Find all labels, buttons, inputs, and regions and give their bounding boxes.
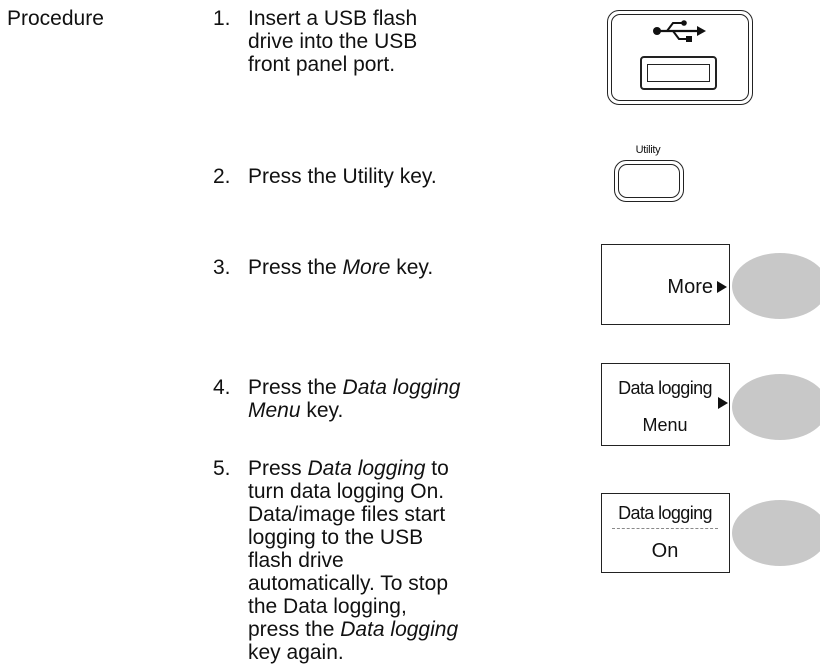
dashed-divider: [612, 528, 718, 529]
step-text: Press the Data logging Menu key.: [248, 376, 461, 422]
step-text: Press the More key.: [248, 256, 434, 279]
key-name: Data logging: [340, 618, 459, 641]
data-logging-menu-label: Data logging: [618, 378, 712, 398]
step-number: 4.: [213, 376, 231, 399]
data-logging-menu-sublabel: Menu: [642, 415, 688, 435]
data-logging-menu-soft-button[interactable]: [732, 374, 820, 440]
usb-trident-icon: [653, 20, 706, 42]
utility-key-inner: [618, 164, 680, 198]
step-number: 3.: [213, 256, 231, 279]
key-name: More: [342, 256, 391, 279]
step-text: Insert a USB flash drive into the USB fr…: [248, 7, 418, 76]
utility-key-label: Utility: [635, 144, 661, 156]
step-number: 2.: [213, 165, 231, 188]
section-label: Procedure: [7, 7, 104, 30]
data-logging-value: On: [651, 540, 679, 562]
submenu-arrow-icon: [717, 281, 727, 293]
step-number: 1.: [213, 7, 231, 30]
step-number: 5.: [213, 457, 231, 480]
more-soft-button[interactable]: [732, 253, 820, 319]
more-menu-label: More: [667, 276, 713, 298]
step-text: Press Data logging to turn data logging …: [248, 457, 459, 664]
submenu-arrow-icon: [718, 397, 728, 409]
key-name: Data logging: [307, 457, 426, 480]
data-logging-soft-button[interactable]: [732, 500, 820, 566]
data-logging-label: Data logging: [618, 503, 712, 523]
step-text: Press the Utility key.: [248, 165, 437, 188]
usb-slot-inner: [647, 64, 710, 82]
